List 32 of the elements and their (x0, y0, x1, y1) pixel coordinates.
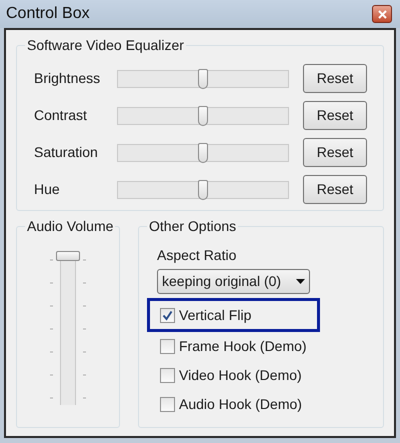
checkbox[interactable] (160, 339, 175, 354)
reset-button[interactable]: Reset (303, 64, 367, 93)
aspect-ratio-dropdown[interactable]: keeping original (0) (157, 269, 310, 294)
reset-button[interactable]: Reset (303, 138, 367, 167)
checkbox-option[interactable]: Audio Hook (Demo) (147, 390, 320, 419)
close-icon (378, 10, 386, 18)
slider-track[interactable] (117, 144, 289, 162)
slider-track[interactable] (117, 180, 289, 198)
checkbox-option[interactable]: Vertical Flip (147, 298, 320, 332)
close-button[interactable] (372, 5, 392, 23)
slider-thumb[interactable] (198, 106, 208, 126)
check-icon (162, 310, 173, 320)
slider-label: Contrast (34, 106, 88, 125)
volume-thumb[interactable] (56, 251, 80, 261)
slider-thumb[interactable] (198, 180, 208, 200)
aspect-ratio-label: Aspect Ratio (157, 246, 238, 265)
slider-label: Brightness (34, 69, 102, 88)
checkbox[interactable] (160, 308, 175, 322)
reset-button[interactable]: Reset (303, 101, 367, 130)
slider-track[interactable] (117, 70, 289, 88)
slider-track[interactable] (117, 106, 289, 124)
checkbox[interactable] (160, 397, 175, 412)
checkbox-option[interactable]: Frame Hook (Demo) (147, 332, 320, 361)
checkbox[interactable] (160, 368, 175, 383)
slider-label: Saturation (34, 143, 99, 162)
slider-label: Hue (34, 180, 61, 199)
checkbox-option[interactable]: Video Hook (Demo) (147, 361, 320, 390)
window-title: Control Box (6, 4, 90, 24)
dropdown-arrow-icon (296, 279, 305, 284)
slider-thumb[interactable] (198, 68, 208, 88)
slider-thumb[interactable] (198, 142, 208, 162)
reset-button[interactable]: Reset (303, 175, 367, 204)
